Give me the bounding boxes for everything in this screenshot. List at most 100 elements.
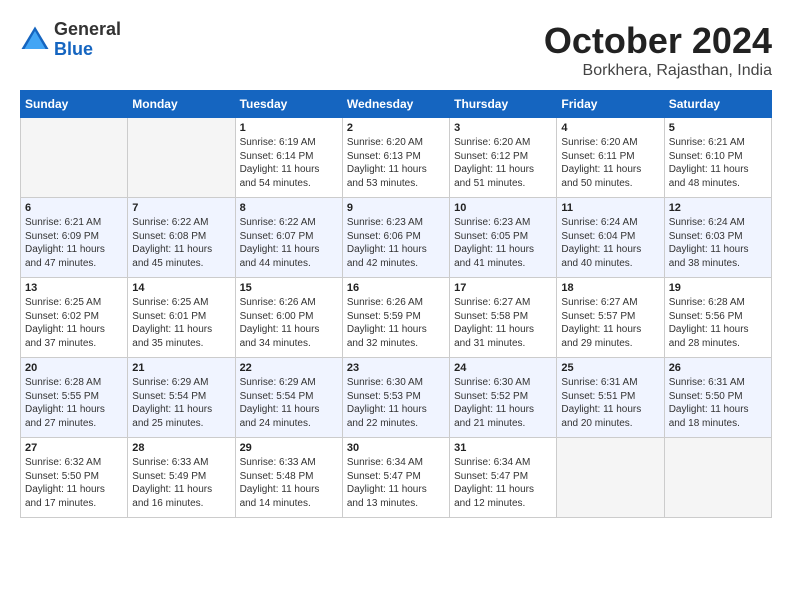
day-number: 14 bbox=[132, 282, 230, 294]
calendar-cell: 7Sunrise: 6:22 AM Sunset: 6:08 PM Daylig… bbox=[128, 198, 235, 278]
day-number: 24 bbox=[454, 362, 552, 374]
day-info: Sunrise: 6:34 AM Sunset: 5:47 PM Dayligh… bbox=[454, 456, 552, 510]
day-number: 21 bbox=[132, 362, 230, 374]
calendar-cell: 14 Sunrise: 6:25 AM Sunset: 6:01 PM Dayli… bbox=[128, 278, 235, 358]
week-row-2: 6 Sunrise: 6:21 AM Sunset: 6:09 PM Daylig… bbox=[21, 198, 772, 278]
day-info: Sunrise: 6:33 AM Sunset: 5:49 PM Dayligh… bbox=[132, 456, 230, 510]
day-info: Sunrise: 6:28 AM Sunset: 5:56 PM Dayligh… bbox=[669, 296, 767, 350]
day-number: 27 bbox=[25, 442, 123, 454]
day-info: Sunrise: 6:25 AM Sunset: 6:02 PM Dayligh… bbox=[25, 296, 123, 350]
day-number: 25 bbox=[561, 362, 659, 374]
calendar-cell: 12 Sunrise: 6:24 AM Sunset: 6:03 PM Dayli… bbox=[664, 198, 771, 278]
calendar-cell: 15 Sunrise: 6:26 AM Sunset: 6:00 PM Dayli… bbox=[235, 278, 342, 358]
day-number: 28 bbox=[132, 442, 230, 454]
day-info: Sunrise: 6:25 AM Sunset: 6:01 PM Dayligh… bbox=[132, 296, 230, 350]
calendar-cell: 5 Sunrise: 6:21 AM Sunset: 6:10 PM Daylig… bbox=[664, 118, 771, 198]
calendar-cell: 1 Sunrise: 6:19 AM Sunset: 6:14 PM Daylig… bbox=[235, 118, 342, 198]
day-info: Sunrise: 6:29 AM Sunset: 5:54 PM Dayligh… bbox=[132, 376, 230, 430]
calendar-cell: 31Sunrise: 6:34 AM Sunset: 5:47 PM Dayli… bbox=[450, 438, 557, 518]
calendar-cell: 18 Sunrise: 6:27 AM Sunset: 5:57 PM Dayli… bbox=[557, 278, 664, 358]
day-number: 7 bbox=[132, 202, 230, 214]
calendar-cell bbox=[21, 118, 128, 198]
day-number: 6 bbox=[25, 202, 123, 214]
day-info: Sunrise: 6:24 AM Sunset: 6:03 PM Dayligh… bbox=[669, 216, 767, 270]
day-info: Sunrise: 6:30 AM Sunset: 5:52 PM Dayligh… bbox=[454, 376, 552, 430]
day-number: 5 bbox=[669, 122, 767, 134]
day-info: Sunrise: 6:22 AM Sunset: 6:07 PM Dayligh… bbox=[240, 216, 338, 270]
day-info: Sunrise: 6:20 AM Sunset: 6:11 PM Dayligh… bbox=[561, 136, 659, 190]
week-row-4: 20 Sunrise: 6:28 AM Sunset: 5:55 PM Dayli… bbox=[21, 358, 772, 438]
day-number: 9 bbox=[347, 202, 445, 214]
calendar-cell: 3 Sunrise: 6:20 AM Sunset: 6:12 PM Daylig… bbox=[450, 118, 557, 198]
day-number: 20 bbox=[25, 362, 123, 374]
day-number: 19 bbox=[669, 282, 767, 294]
day-number: 13 bbox=[25, 282, 123, 294]
weekday-header-monday: Monday bbox=[128, 91, 235, 118]
week-row-5: 27 Sunrise: 6:32 AM Sunset: 5:50 PM Dayli… bbox=[21, 438, 772, 518]
location-subtitle: Borkhera, Rajasthan, India bbox=[544, 62, 772, 80]
day-number: 29 bbox=[240, 442, 338, 454]
day-info: Sunrise: 6:23 AM Sunset: 6:05 PM Dayligh… bbox=[454, 216, 552, 270]
day-info: Sunrise: 6:33 AM Sunset: 5:48 PM Dayligh… bbox=[240, 456, 338, 510]
day-number: 11 bbox=[561, 202, 659, 214]
day-info: Sunrise: 6:28 AM Sunset: 5:55 PM Dayligh… bbox=[25, 376, 123, 430]
weekday-header-friday: Friday bbox=[557, 91, 664, 118]
weekday-header-wednesday: Wednesday bbox=[342, 91, 449, 118]
calendar-cell: 19 Sunrise: 6:28 AM Sunset: 5:56 PM Dayli… bbox=[664, 278, 771, 358]
calendar-cell: 20 Sunrise: 6:28 AM Sunset: 5:55 PM Dayli… bbox=[21, 358, 128, 438]
logo-icon bbox=[20, 25, 50, 55]
calendar-cell: 30 Sunrise: 6:34 AM Sunset: 5:47 PM Dayli… bbox=[342, 438, 449, 518]
day-info: Sunrise: 6:29 AM Sunset: 5:54 PM Dayligh… bbox=[240, 376, 338, 430]
logo-blue-text: Blue bbox=[54, 39, 93, 59]
calendar-cell: 21 Sunrise: 6:29 AM Sunset: 5:54 PM Dayli… bbox=[128, 358, 235, 438]
calendar-cell: 8 Sunrise: 6:22 AM Sunset: 6:07 PM Daylig… bbox=[235, 198, 342, 278]
day-info: Sunrise: 6:20 AM Sunset: 6:12 PM Dayligh… bbox=[454, 136, 552, 190]
calendar-cell: 22 Sunrise: 6:29 AM Sunset: 5:54 PM Dayli… bbox=[235, 358, 342, 438]
logo: General Blue bbox=[20, 20, 121, 60]
page-header: General Blue October 2024 Borkhera, Raja… bbox=[20, 20, 772, 80]
calendar-cell: 4 Sunrise: 6:20 AM Sunset: 6:11 PM Daylig… bbox=[557, 118, 664, 198]
day-info: Sunrise: 6:20 AM Sunset: 6:13 PM Dayligh… bbox=[347, 136, 445, 190]
calendar-cell: 16 Sunrise: 6:26 AM Sunset: 5:59 PM Dayli… bbox=[342, 278, 449, 358]
calendar-cell: 9 Sunrise: 6:23 AM Sunset: 6:06 PM Daylig… bbox=[342, 198, 449, 278]
day-number: 23 bbox=[347, 362, 445, 374]
weekday-header-saturday: Saturday bbox=[664, 91, 771, 118]
day-number: 18 bbox=[561, 282, 659, 294]
weekday-header-row: SundayMondayTuesdayWednesdayThursdayFrid… bbox=[21, 91, 772, 118]
day-info: Sunrise: 6:21 AM Sunset: 6:09 PM Dayligh… bbox=[25, 216, 123, 270]
logo-general-text: General bbox=[54, 19, 121, 39]
day-number: 15 bbox=[240, 282, 338, 294]
day-info: Sunrise: 6:27 AM Sunset: 5:58 PM Dayligh… bbox=[454, 296, 552, 350]
week-row-1: 1 Sunrise: 6:19 AM Sunset: 6:14 PM Daylig… bbox=[21, 118, 772, 198]
calendar-cell bbox=[557, 438, 664, 518]
day-info: Sunrise: 6:34 AM Sunset: 5:47 PM Dayligh… bbox=[347, 456, 445, 510]
calendar-cell: 10Sunrise: 6:23 AM Sunset: 6:05 PM Dayli… bbox=[450, 198, 557, 278]
day-number: 16 bbox=[347, 282, 445, 294]
calendar-cell bbox=[664, 438, 771, 518]
week-row-3: 13 Sunrise: 6:25 AM Sunset: 6:02 PM Dayli… bbox=[21, 278, 772, 358]
day-info: Sunrise: 6:24 AM Sunset: 6:04 PM Dayligh… bbox=[561, 216, 659, 270]
day-number: 30 bbox=[347, 442, 445, 454]
calendar-cell: 24 Sunrise: 6:30 AM Sunset: 5:52 PM Dayli… bbox=[450, 358, 557, 438]
day-info: Sunrise: 6:23 AM Sunset: 6:06 PM Dayligh… bbox=[347, 216, 445, 270]
day-number: 22 bbox=[240, 362, 338, 374]
day-info: Sunrise: 6:26 AM Sunset: 6:00 PM Dayligh… bbox=[240, 296, 338, 350]
day-info: Sunrise: 6:31 AM Sunset: 5:50 PM Dayligh… bbox=[669, 376, 767, 430]
day-info: Sunrise: 6:26 AM Sunset: 5:59 PM Dayligh… bbox=[347, 296, 445, 350]
day-info: Sunrise: 6:21 AM Sunset: 6:10 PM Dayligh… bbox=[669, 136, 767, 190]
day-info: Sunrise: 6:32 AM Sunset: 5:50 PM Dayligh… bbox=[25, 456, 123, 510]
calendar-table: SundayMondayTuesdayWednesdayThursdayFrid… bbox=[20, 90, 772, 518]
day-number: 3 bbox=[454, 122, 552, 134]
day-number: 4 bbox=[561, 122, 659, 134]
weekday-header-tuesday: Tuesday bbox=[235, 91, 342, 118]
day-number: 1 bbox=[240, 122, 338, 134]
day-info: Sunrise: 6:27 AM Sunset: 5:57 PM Dayligh… bbox=[561, 296, 659, 350]
day-number: 8 bbox=[240, 202, 338, 214]
day-info: Sunrise: 6:19 AM Sunset: 6:14 PM Dayligh… bbox=[240, 136, 338, 190]
day-number: 12 bbox=[669, 202, 767, 214]
calendar-cell: 25Sunrise: 6:31 AM Sunset: 5:51 PM Dayli… bbox=[557, 358, 664, 438]
calendar-cell: 2Sunrise: 6:20 AM Sunset: 6:13 PM Daylig… bbox=[342, 118, 449, 198]
calendar-cell: 6 Sunrise: 6:21 AM Sunset: 6:09 PM Daylig… bbox=[21, 198, 128, 278]
calendar-cell: 13 Sunrise: 6:25 AM Sunset: 6:02 PM Dayli… bbox=[21, 278, 128, 358]
day-number: 17 bbox=[454, 282, 552, 294]
